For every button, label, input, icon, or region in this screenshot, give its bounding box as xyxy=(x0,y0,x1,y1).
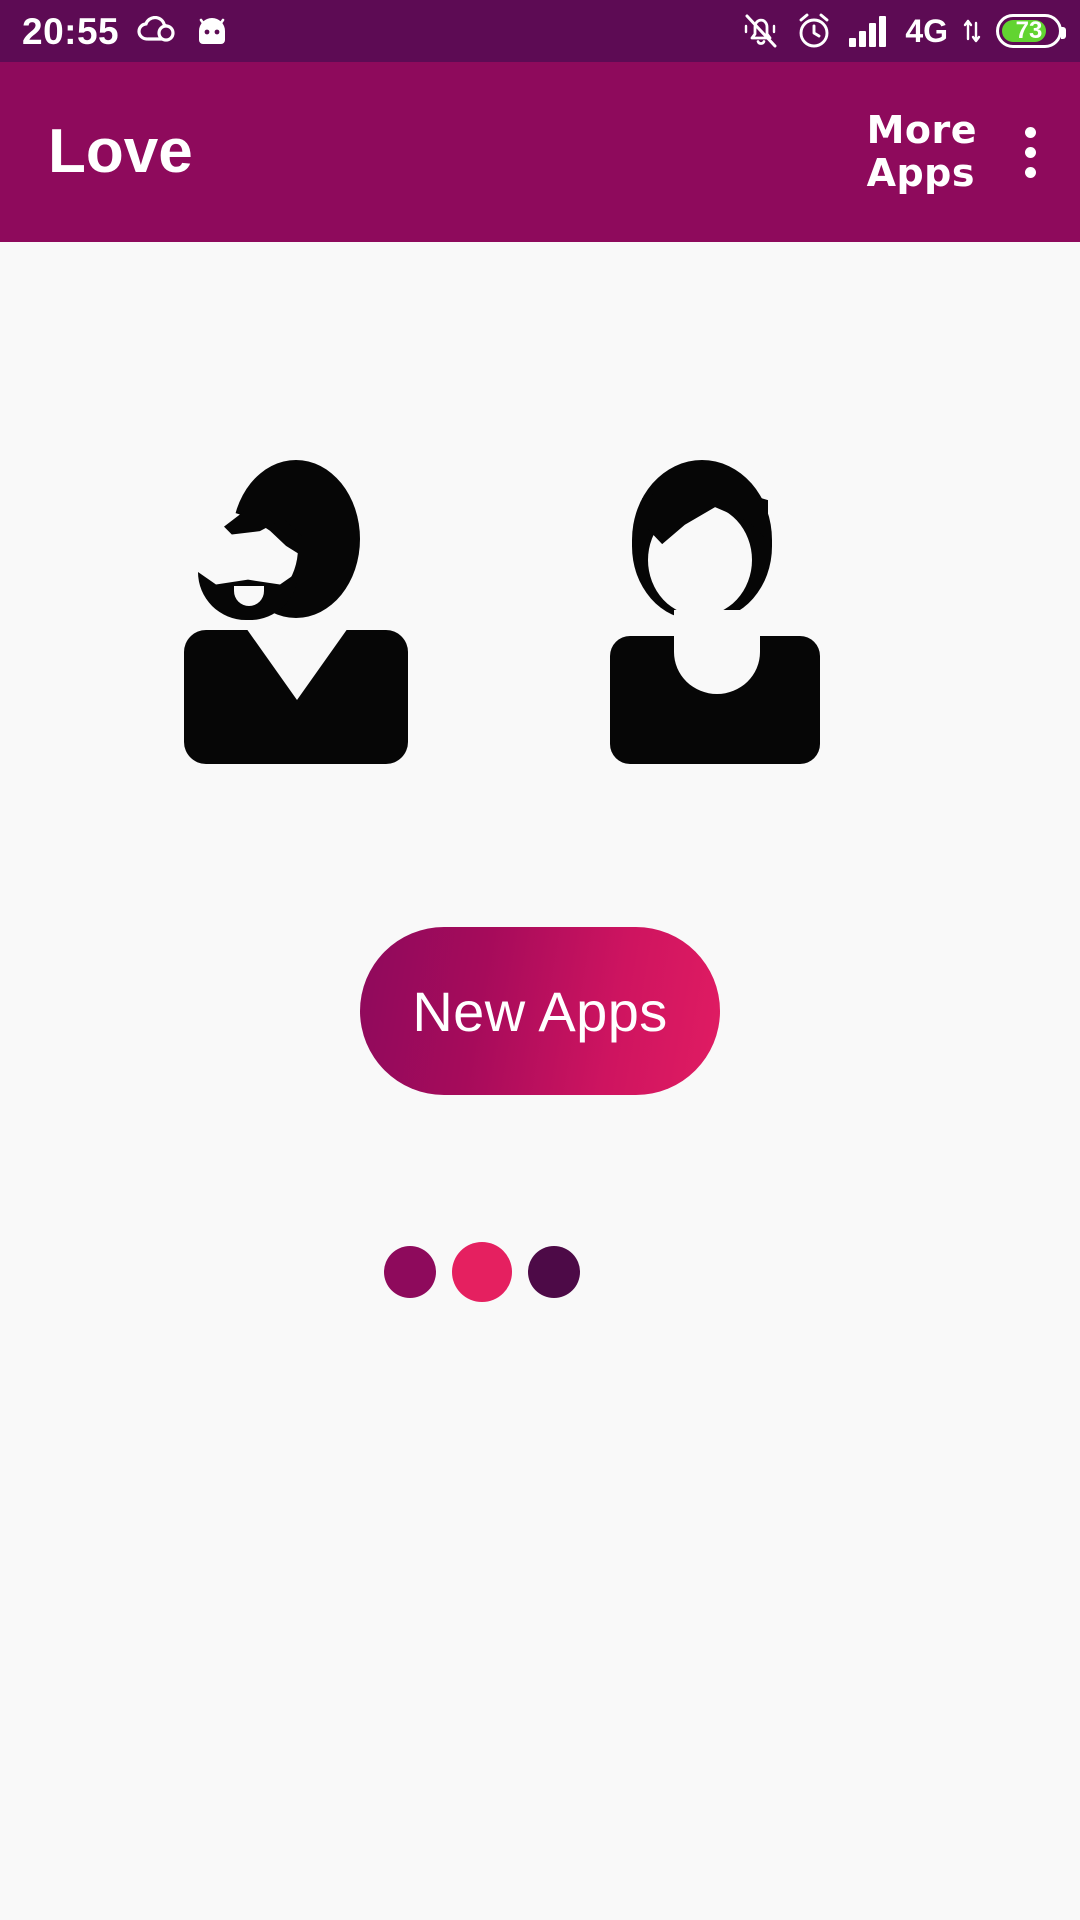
more-apps-label-line2: Apps xyxy=(866,151,975,195)
app-bar: Love More Apps xyxy=(0,62,1080,242)
page-dot-2[interactable] xyxy=(452,1242,512,1302)
network-type-label: 4G xyxy=(905,13,948,49)
phone-screen: 20:55 4G 73 Love More Apps New Apps xyxy=(0,0,1080,1920)
man-figure xyxy=(184,460,484,780)
overflow-menu-icon[interactable] xyxy=(1007,117,1054,188)
status-bar-left: 20:55 xyxy=(22,13,229,50)
overflow-dot xyxy=(1025,126,1036,138)
page-dot-1[interactable] xyxy=(384,1246,436,1298)
page-indicator-dots xyxy=(0,1242,1080,1302)
app-bar-actions: More Apps xyxy=(867,109,1054,194)
status-bar-clock: 20:55 xyxy=(22,10,120,52)
overflow-dot xyxy=(1025,146,1036,158)
alarm-clock-icon xyxy=(795,12,833,50)
status-bar: 20:55 4G 73 xyxy=(0,0,1080,62)
battery-indicator: 73 xyxy=(996,14,1066,48)
page-title: Love xyxy=(48,117,193,186)
woman-figure xyxy=(596,460,896,780)
battery-level-label: 73 xyxy=(1015,17,1043,44)
signal-bars-icon xyxy=(847,14,891,48)
cloud-sync-icon xyxy=(137,16,177,46)
data-arrows-icon xyxy=(962,17,982,45)
page-dot-3[interactable] xyxy=(528,1246,580,1298)
status-bar-right: 4G 73 xyxy=(741,12,1066,50)
new-apps-button[interactable]: New Apps xyxy=(360,927,720,1095)
couple-illustration xyxy=(0,460,1080,780)
woman-neckline xyxy=(674,610,760,694)
more-apps-button[interactable]: More Apps xyxy=(867,109,977,194)
more-apps-label-line1: More xyxy=(866,108,977,153)
overflow-dot xyxy=(1025,166,1036,178)
main-content: New Apps xyxy=(0,242,1080,1920)
silent-bell-icon xyxy=(741,12,781,50)
android-head-icon xyxy=(195,15,229,47)
